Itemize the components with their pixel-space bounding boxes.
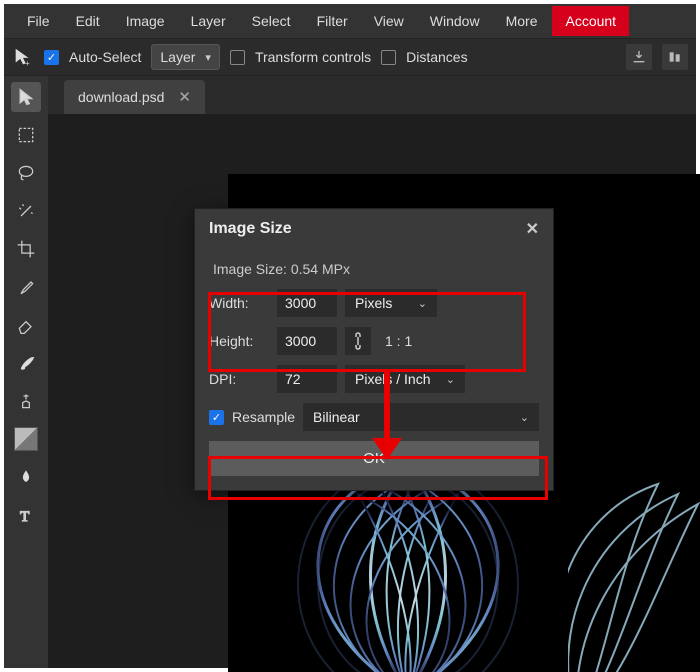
align-button[interactable] [662,44,688,70]
resample-method-dropdown[interactable]: Bilinear ⌄ [303,403,539,431]
type-tool[interactable]: T [11,500,41,530]
dialog-title: Image Size [209,220,292,238]
link-icon [351,332,365,350]
dpi-input[interactable] [277,365,337,393]
resample-method-label: Bilinear [313,409,360,425]
chevron-down-icon: ⌄ [520,411,529,424]
resample-row: ✓ Resample Bilinear ⌄ [209,403,539,431]
distances-checkbox[interactable] [381,50,396,65]
lasso-tool[interactable] [11,158,41,188]
brush-tool[interactable] [11,348,41,378]
auto-select-label: Auto-Select [69,49,141,65]
menu-filter[interactable]: Filter [304,6,361,36]
menu-file[interactable]: File [14,6,63,36]
menu-layer[interactable]: Layer [178,6,239,36]
svg-text:+: + [25,59,30,68]
dpi-label: DPI: [209,371,269,387]
layer-dropdown-label: Layer [160,49,195,65]
layer-dropdown[interactable]: Layer ▾ [151,44,220,70]
eraser-tool[interactable] [11,310,41,340]
menu-view[interactable]: View [361,6,417,36]
width-unit-label: Pixels [355,295,392,311]
transform-label: Transform controls [255,49,371,65]
menu-more[interactable]: More [493,6,551,36]
width-label: Width: [209,295,269,311]
clone-tool[interactable] [11,386,41,416]
image-size-dialog: Image Size ✕ Image Size: 0.54 MPx Width:… [194,208,554,491]
menu-select[interactable]: Select [239,6,304,36]
chevron-down-icon: ⌄ [446,373,455,386]
resample-label: Resample [232,409,295,425]
tab-bar: download.psd ✕ [48,76,696,114]
wand-tool[interactable] [11,196,41,226]
dialog-titlebar[interactable]: Image Size ✕ [195,209,553,249]
svg-text:T: T [20,509,29,525]
move-tool[interactable] [11,82,41,112]
height-label: Height: [209,333,269,349]
toolbar: T [4,76,48,668]
artwork-right [568,474,700,672]
dpi-unit-label: Pixels / Inch [355,371,430,387]
menu-account[interactable]: Account [552,6,629,36]
menu-image[interactable]: Image [113,6,178,36]
image-size-readout: Image Size: 0.54 MPx [209,255,539,289]
height-input[interactable] [277,327,337,355]
menu-edit[interactable]: Edit [63,6,113,36]
chevron-down-icon: ⌄ [418,297,427,310]
gradient-swatch-icon [14,427,38,451]
menu-bar: File Edit Image Layer Select Filter View… [4,4,696,38]
distances-label: Distances [406,49,467,65]
crop-tool[interactable] [11,234,41,264]
marquee-tool[interactable] [11,120,41,150]
close-icon[interactable]: ✕ [526,219,539,239]
height-row: Height: 1 : 1 [209,327,539,355]
gradient-tool[interactable] [11,424,41,454]
download-button[interactable] [626,44,652,70]
constrain-proportions-button[interactable] [345,327,371,355]
close-tab-icon[interactable]: ✕ [178,88,191,106]
menu-window[interactable]: Window [417,6,493,36]
auto-select-checkbox[interactable]: ✓ [44,50,59,65]
dpi-row: DPI: Pixels / Inch ⌄ [209,365,539,393]
width-input[interactable] [277,289,337,317]
ok-button[interactable]: OK [209,441,539,476]
aspect-ratio: 1 : 1 [379,333,412,349]
document-tab[interactable]: download.psd ✕ [64,80,205,114]
eyedropper-tool[interactable] [11,272,41,302]
options-bar: + ✓ Auto-Select Layer ▾ Transform contro… [4,38,696,76]
resample-checkbox[interactable]: ✓ [209,410,224,425]
chevron-down-icon: ▾ [205,51,211,64]
width-unit-dropdown[interactable]: Pixels ⌄ [345,289,437,317]
transform-checkbox[interactable] [230,50,245,65]
tab-label: download.psd [78,89,164,105]
width-row: Width: Pixels ⌄ [209,289,539,317]
dpi-unit-dropdown[interactable]: Pixels / Inch ⌄ [345,365,465,393]
blur-tool[interactable] [11,462,41,492]
move-tool-icon: + [12,46,34,68]
